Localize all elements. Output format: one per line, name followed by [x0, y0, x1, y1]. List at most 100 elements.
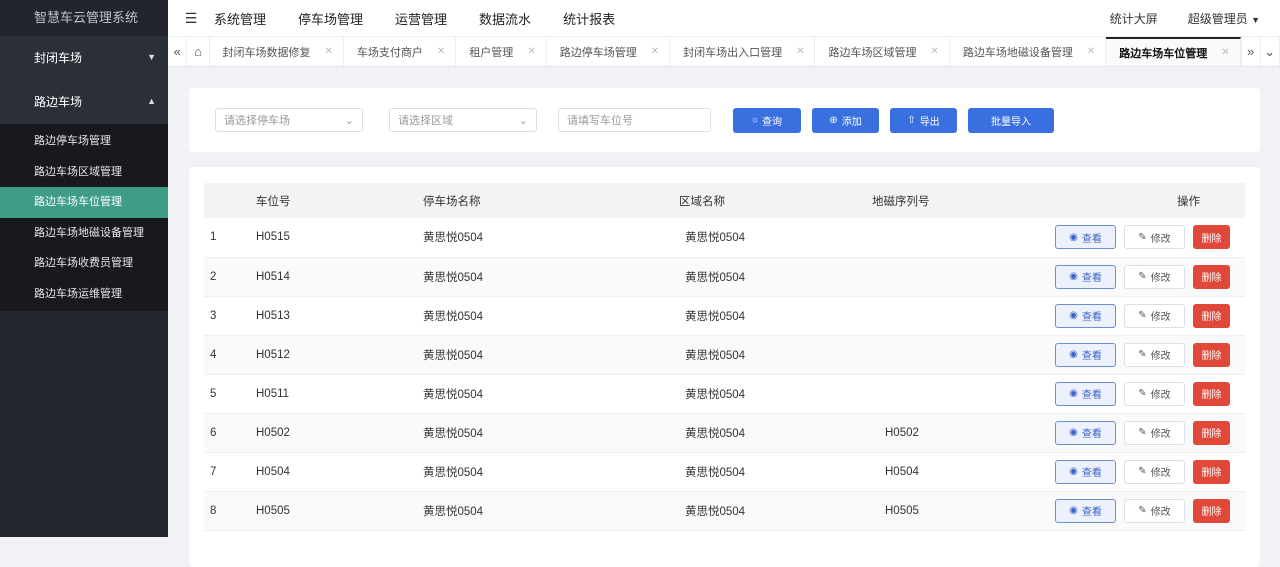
delete-button[interactable]: 删除: [1193, 459, 1230, 484]
edit-button[interactable]: ✎ 修改: [1124, 420, 1185, 445]
row-actions: ◉ 查看 ✎ 修改 删除: [1032, 296, 1245, 336]
button-label: 删除: [1201, 468, 1222, 479]
delete-button[interactable]: 删除: [1193, 342, 1230, 367]
edit-button[interactable]: ✎ 修改: [1124, 303, 1185, 328]
view-button[interactable]: ◉ 查看: [1055, 303, 1116, 328]
close-icon[interactable]: ✕: [527, 46, 535, 57]
edit-button[interactable]: ✎ 修改: [1124, 498, 1185, 523]
parking-name: 黄思悦0504: [423, 335, 679, 375]
row-index: 1: [204, 218, 256, 258]
caret-up-icon: ▲: [147, 96, 156, 106]
tab[interactable]: 封闭车场数据修复 ✕: [210, 37, 344, 66]
sidebar: 智慧车云管理系统 封闭车场 ▼ 路边车场 ▲ 路边停车场管理 路边车场区域管理 路边车场…: [0, 0, 168, 537]
close-icon[interactable]: ✕: [1087, 46, 1095, 57]
close-icon[interactable]: ✕: [930, 46, 938, 57]
button-label: 修改: [1150, 233, 1171, 245]
delete-button[interactable]: 删除: [1193, 420, 1230, 445]
close-icon[interactable]: ✕: [651, 46, 659, 57]
nav-data-flow[interactable]: 数据流水: [479, 9, 531, 28]
view-button[interactable]: ◉ 查看: [1055, 264, 1116, 289]
scroll-right-icon[interactable]: »: [1240, 37, 1261, 66]
stats-screen-link[interactable]: 统计大屏: [1110, 10, 1158, 27]
batch-import-button[interactable]: 批量导入: [968, 107, 1054, 133]
home-icon[interactable]: ⌂: [187, 37, 210, 66]
eye-icon: ◉: [1069, 427, 1078, 438]
view-button[interactable]: ◉ 查看: [1055, 498, 1116, 523]
menu-toggle-icon[interactable]: ☰: [168, 10, 214, 27]
space-number: H0514: [256, 257, 423, 297]
sidebar-item[interactable]: 路边车场车位管理: [0, 187, 168, 218]
nav-operation[interactable]: 运营管理: [395, 9, 447, 28]
table-row: 4 H0512 黄思悦0504 黄思悦0504 ◉ 查看 ✎ 修改 删除: [204, 335, 1245, 375]
chevron-down-icon[interactable]: ⌄: [1261, 37, 1280, 66]
delete-button[interactable]: 删除: [1193, 303, 1230, 328]
nav-system[interactable]: 系统管理: [214, 9, 266, 28]
space-number: H0513: [256, 296, 423, 336]
view-button[interactable]: ◉ 查看: [1055, 420, 1116, 445]
sidebar-item[interactable]: 路边车场收费员管理: [0, 248, 168, 279]
tab[interactable]: 路边车场区域管理 ✕: [815, 37, 950, 66]
parking-select[interactable]: 请选择停车场 ⌄: [215, 108, 363, 132]
sidebar-item[interactable]: 路边停车场管理: [0, 126, 168, 157]
tab[interactable]: 车场支付商户 ✕: [344, 37, 457, 66]
pencil-icon: ✎: [1138, 231, 1147, 243]
sensor-serial: [872, 257, 1032, 297]
view-button[interactable]: ◉ 查看: [1055, 381, 1116, 406]
table-panel: 车位号 停车场名称 区域名称 地磁序列号 操作 1 H0515 黄思悦0504 …: [189, 167, 1260, 567]
row-index: 8: [204, 491, 256, 531]
button-label: 删除: [1201, 390, 1222, 401]
export-button[interactable]: ⇧ 导出: [890, 107, 957, 133]
button-label: 修改: [1150, 429, 1171, 440]
tab[interactable]: 租户管理 ✕: [456, 37, 547, 66]
row-index: 7: [204, 452, 256, 492]
close-icon[interactable]: ✕: [1221, 47, 1229, 58]
tab[interactable]: 路边停车场管理 ✕: [547, 37, 671, 66]
parking-name: 黄思悦0504: [423, 491, 679, 531]
edit-button[interactable]: ✎ 修改: [1124, 225, 1185, 250]
sidebar-item[interactable]: 路边车场区域管理: [0, 157, 168, 188]
top-header: ☰ 系统管理 停车场管理 运营管理 数据流水 统计报表 统计大屏 超级管理员 ▼: [168, 0, 1280, 36]
tab-label: 封闭车场出入口管理: [683, 46, 783, 59]
area-select[interactable]: 请选择区域 ⌄: [389, 108, 537, 132]
sensor-serial: [872, 296, 1032, 336]
sensor-serial: H0502: [872, 413, 1032, 453]
sidebar-item[interactable]: 路边车场运维管理: [0, 279, 168, 310]
nav-reports[interactable]: 统计报表: [563, 9, 615, 28]
close-icon[interactable]: ✕: [325, 46, 333, 57]
query-button[interactable]: ○ 查询: [733, 107, 801, 133]
scroll-left-icon[interactable]: «: [168, 37, 188, 66]
delete-button[interactable]: 删除: [1193, 264, 1230, 289]
edit-button[interactable]: ✎ 修改: [1124, 342, 1185, 367]
tab[interactable]: 路边车场车位管理 ✕: [1106, 37, 1241, 66]
user-menu[interactable]: 超级管理员 ▼: [1188, 10, 1260, 27]
button-label: 修改: [1150, 468, 1171, 479]
edit-button[interactable]: ✎ 修改: [1124, 264, 1185, 289]
button-label: 删除: [1201, 233, 1222, 245]
tab[interactable]: 封闭车场出入口管理 ✕: [670, 37, 816, 66]
add-button[interactable]: ⊕ 添加: [812, 107, 879, 133]
edit-button[interactable]: ✎ 修改: [1124, 459, 1185, 484]
tab-label: 路边车场车位管理: [1119, 47, 1208, 60]
view-button[interactable]: ◉ 查看: [1055, 342, 1116, 367]
close-icon[interactable]: ✕: [437, 46, 445, 57]
delete-button[interactable]: 删除: [1193, 381, 1230, 406]
menu-roadside-parking[interactable]: 路边车场 ▲: [0, 78, 168, 124]
view-button[interactable]: ◉ 查看: [1055, 459, 1116, 484]
delete-button[interactable]: 删除: [1193, 498, 1230, 523]
col-space-number: 车位号: [256, 183, 423, 218]
table-row: 3 H0513 黄思悦0504 黄思悦0504 ◉ 查看 ✎ 修改 删除: [204, 296, 1245, 336]
button-label: 删除: [1201, 273, 1222, 284]
sidebar-item[interactable]: 路边车场地磁设备管理: [0, 218, 168, 249]
space-number-input[interactable]: 请填写车位号: [558, 108, 711, 132]
view-button[interactable]: ◉ 查看: [1055, 225, 1116, 250]
edit-button[interactable]: ✎ 修改: [1124, 381, 1185, 406]
menu-closed-parking[interactable]: 封闭车场 ▼: [0, 36, 168, 78]
delete-button[interactable]: 删除: [1193, 225, 1230, 250]
button-label: 修改: [1150, 390, 1171, 401]
parking-name: 黄思悦0504: [423, 257, 679, 297]
sensor-serial: H0505: [872, 491, 1032, 531]
close-icon[interactable]: ✕: [796, 46, 804, 57]
nav-parking[interactable]: 停车场管理: [298, 9, 363, 28]
tab[interactable]: 路边车场地磁设备管理 ✕: [950, 37, 1107, 66]
space-number: H0515: [256, 218, 423, 258]
